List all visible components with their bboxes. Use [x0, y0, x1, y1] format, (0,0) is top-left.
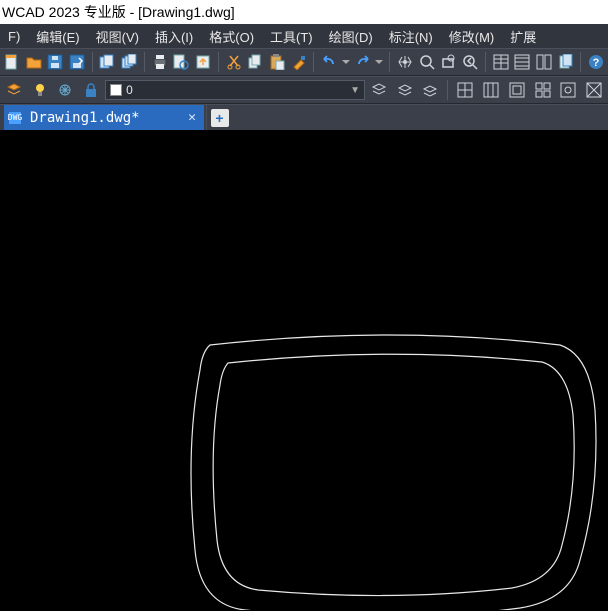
separator [144, 52, 145, 72]
layer-prev-icon[interactable] [393, 79, 417, 101]
cut-icon[interactable] [224, 51, 244, 73]
saveas-icon[interactable] [67, 51, 87, 73]
zoom-window-icon[interactable] [439, 51, 459, 73]
redo-dropdown-icon[interactable] [374, 51, 384, 73]
copy-icon[interactable] [245, 51, 265, 73]
toolbar-standard: ? [0, 48, 608, 76]
layer-match-icon[interactable] [419, 79, 443, 101]
menu-bar: F) 编辑(E) 视图(V) 插入(I) 格式(O) 工具(T) 绘图(D) 标… [0, 24, 608, 48]
layer-freeze-icon[interactable] [54, 79, 78, 101]
menu-tools[interactable]: 工具(T) [262, 24, 321, 49]
pan-icon[interactable] [395, 51, 415, 73]
copy-doc-icon[interactable] [98, 51, 118, 73]
undo-dropdown-icon[interactable] [341, 51, 351, 73]
dropdown-icon: ▼ [350, 85, 360, 96]
print-preview-icon[interactable] [171, 51, 191, 73]
canvas-drawing [0, 130, 608, 610]
grid6-icon[interactable] [582, 79, 606, 101]
title-bar: WCAD 2023 专业版 - [Drawing1.dwg] [0, 0, 608, 24]
save-icon[interactable] [45, 51, 65, 73]
paste-icon[interactable] [267, 51, 287, 73]
open-icon[interactable] [24, 51, 44, 73]
menu-view[interactable]: 视图(V) [88, 24, 147, 49]
new-icon[interactable] [2, 51, 22, 73]
separator [218, 52, 219, 72]
svg-text:?: ? [593, 57, 600, 69]
layer-lock-icon[interactable] [79, 79, 103, 101]
separator [580, 52, 581, 72]
grid3-icon[interactable] [505, 79, 529, 101]
menu-extend[interactable]: 扩展 [502, 24, 544, 49]
grid4-icon[interactable] [531, 79, 555, 101]
layer-combo[interactable]: 0 ▼ [105, 80, 365, 100]
copy-docs-icon[interactable] [119, 51, 139, 73]
layer-manager-icon[interactable] [2, 79, 26, 101]
separator [313, 52, 314, 72]
zoom-realtime-icon[interactable] [417, 51, 437, 73]
new-tab-area: + [206, 105, 232, 130]
undo-icon[interactable] [319, 51, 339, 73]
menu-modify[interactable]: 修改(M) [441, 24, 503, 49]
design-center-icon[interactable] [512, 51, 532, 73]
grid1-icon[interactable] [453, 79, 477, 101]
menu-edit[interactable]: 编辑(E) [28, 24, 87, 49]
properties-icon[interactable] [491, 51, 511, 73]
menu-draw[interactable]: 绘图(D) [321, 24, 381, 49]
redo-icon[interactable] [353, 51, 373, 73]
document-tab-label: Drawing1.dwg* [30, 110, 140, 126]
separator [389, 52, 390, 72]
document-tab-active[interactable]: DWG Drawing1.dwg* ✕ [4, 105, 204, 130]
layer-color-swatch [110, 84, 122, 96]
menu-dimension[interactable]: 标注(N) [381, 24, 441, 49]
app-title: WCAD 2023 专业版 - [Drawing1.dwg] [2, 2, 235, 22]
zoom-prev-icon[interactable] [460, 51, 480, 73]
separator [485, 52, 486, 72]
layer-iso-icon[interactable] [367, 79, 391, 101]
help-icon[interactable]: ? [586, 51, 606, 73]
separator [447, 80, 448, 100]
separator [92, 52, 93, 72]
close-tab-icon[interactable]: ✕ [188, 110, 196, 125]
publish-icon[interactable] [193, 51, 213, 73]
grid2-icon[interactable] [479, 79, 503, 101]
grid5-icon[interactable] [556, 79, 580, 101]
layer-light-icon[interactable] [28, 79, 52, 101]
tool-palette-icon[interactable] [534, 51, 554, 73]
menu-file[interactable]: F) [0, 26, 28, 47]
dwg-file-icon: DWG [8, 111, 22, 125]
menu-insert[interactable]: 插入(I) [147, 24, 201, 49]
match-icon[interactable] [289, 51, 309, 73]
layer-name: 0 [126, 83, 133, 97]
sheet-set-icon[interactable] [556, 51, 576, 73]
new-tab-button[interactable]: + [211, 109, 229, 127]
document-tabs: DWG Drawing1.dwg* ✕ + [0, 104, 608, 130]
print-icon[interactable] [150, 51, 170, 73]
toolbar-layers: 0 ▼ [0, 76, 608, 104]
drawing-canvas[interactable] [0, 130, 608, 611]
menu-format[interactable]: 格式(O) [201, 24, 262, 49]
